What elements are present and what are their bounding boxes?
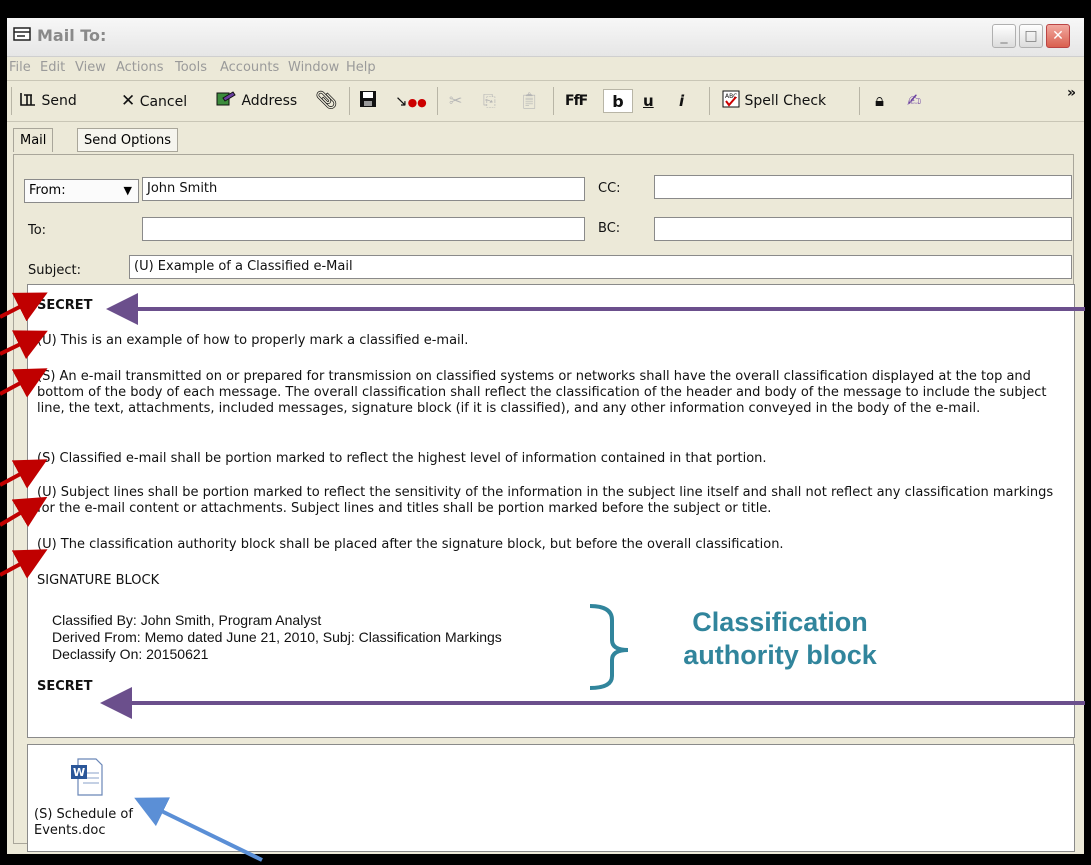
red-arrow — [0, 549, 48, 579]
red-arrow — [0, 496, 48, 527]
red-arrow — [0, 368, 48, 398]
brace-icon — [589, 604, 629, 690]
annotation-arrows — [0, 292, 1085, 862]
red-arrow — [0, 330, 48, 360]
blue-arrow — [134, 797, 263, 862]
red-arrow — [0, 459, 48, 489]
red-arrow — [0, 292, 48, 322]
